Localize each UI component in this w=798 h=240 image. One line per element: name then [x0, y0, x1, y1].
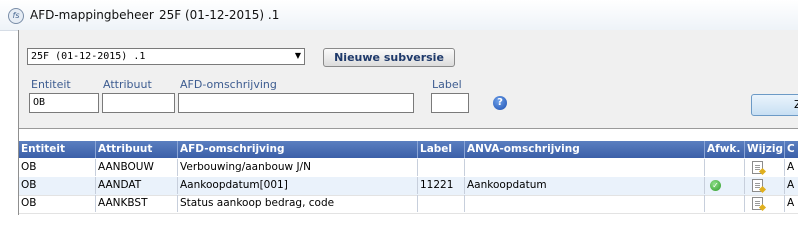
cell-afd-omschrijving: Aankoopdatum[001]: [178, 177, 418, 194]
cell-wijzig: [745, 195, 785, 212]
cell-entiteit: OB: [19, 177, 96, 194]
table-row[interactable]: OB AANBOUW Verbouwing/aanbouw J/N A: [19, 159, 798, 178]
cell-afd-omschrijving: Verbouwing/aanbouw J/N: [178, 159, 418, 176]
entiteit-field[interactable]: OB: [29, 93, 99, 113]
cell-extra: A: [785, 195, 798, 212]
cell-label: 11221: [418, 177, 465, 194]
cell-attribuut: AANBOUW: [96, 159, 178, 176]
cell-entiteit: OB: [19, 195, 96, 212]
new-subversion-button[interactable]: Nieuwe subversie: [323, 48, 455, 67]
title-bar: fs AFD-mappingbeheer 25F (01-12-2015) .1: [0, 0, 798, 31]
mapping-grid: Entiteit Attribuut AFD-omschrijving Labe…: [19, 128, 798, 216]
cell-afwk: ✓: [705, 177, 745, 194]
attribuut-label: Attribuut: [103, 78, 152, 91]
col-header-extra[interactable]: C: [785, 141, 798, 158]
filter-panel: 25F (01-12-2015) .1 ▼ Nieuwe subversie E…: [19, 30, 798, 122]
cell-afwk: [705, 159, 745, 176]
window-title: AFD-mappingbeheer: [30, 8, 154, 22]
col-header-afd-omschrijving[interactable]: AFD-omschrijving: [178, 141, 418, 158]
chevron-down-icon[interactable]: ▼: [295, 51, 301, 60]
col-header-label[interactable]: Label: [418, 141, 465, 158]
entiteit-label: Entiteit: [31, 78, 71, 91]
main-frame: 25F (01-12-2015) .1 ▼ Nieuwe subversie E…: [18, 30, 798, 216]
window-version: 25F (01-12-2015) .1: [159, 8, 280, 22]
cell-extra: A: [785, 177, 798, 194]
edit-document-icon[interactable]: [752, 161, 763, 174]
cell-afd-omschrijving: Status aankoop bedrag, code: [178, 195, 418, 212]
label-label: Label: [432, 78, 462, 91]
help-icon[interactable]: ?: [493, 96, 507, 110]
col-header-entiteit[interactable]: Entiteit: [19, 141, 96, 158]
attribuut-field[interactable]: [102, 93, 175, 113]
cell-entiteit: OB: [19, 159, 96, 176]
cell-attribuut: AANKBST: [96, 195, 178, 212]
table-row[interactable]: OB AANKBST Status aankoop bedrag, code A: [19, 195, 798, 214]
cell-anva-omschrijving: [465, 159, 705, 176]
cell-anva-omschrijving: [465, 195, 705, 212]
cell-wijzig: [745, 177, 785, 194]
cell-afwk: [705, 195, 745, 212]
table-row[interactable]: OB AANDAT Aankoopdatum[001] 11221 Aankoo…: [19, 177, 798, 196]
label-field[interactable]: [431, 93, 469, 113]
version-select-value: 25F (01-12-2015) .1: [31, 51, 146, 62]
afd-omschrijving-label: AFD-omschrijving: [180, 78, 277, 91]
edit-document-icon[interactable]: [752, 197, 763, 210]
search-button[interactable]: Zo: [751, 94, 798, 116]
grid-header: Entiteit Attribuut AFD-omschrijving Labe…: [19, 141, 798, 158]
cell-wijzig: [745, 159, 785, 176]
afd-omschrijving-field[interactable]: [178, 93, 414, 113]
cell-label: [418, 159, 465, 176]
check-icon: ✓: [710, 180, 721, 191]
app-logo-icon: fs: [8, 8, 24, 24]
cell-label: [418, 195, 465, 212]
edit-document-icon[interactable]: [752, 179, 763, 192]
col-header-attribuut[interactable]: Attribuut: [96, 141, 178, 158]
col-header-afwk[interactable]: Afwk.: [705, 141, 745, 158]
cell-attribuut: AANDAT: [96, 177, 178, 194]
cell-anva-omschrijving: Aankoopdatum: [465, 177, 705, 194]
col-header-wijzig[interactable]: Wijzig: [745, 141, 785, 158]
col-header-anva-omschrijving[interactable]: ANVA-omschrijving: [465, 141, 705, 158]
version-select[interactable]: 25F (01-12-2015) .1 ▼: [27, 48, 305, 65]
cell-extra: A: [785, 159, 798, 176]
